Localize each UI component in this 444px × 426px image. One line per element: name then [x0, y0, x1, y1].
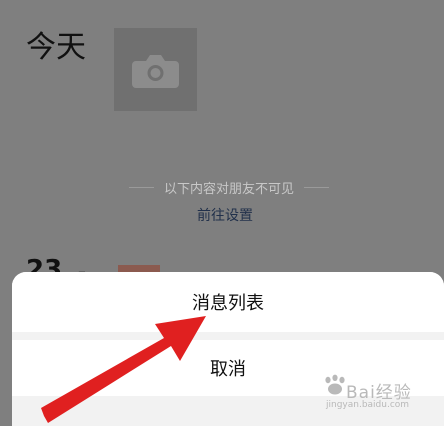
camera-icon — [132, 55, 179, 88]
message-list-option[interactable]: 消息列表 — [12, 272, 444, 332]
paw-icon — [325, 374, 345, 395]
camera-tile[interactable] — [114, 28, 197, 111]
watermark-url: jingyan.baidu.com — [326, 400, 410, 410]
visibility-notice: 以下内容对朋友不可见 — [163, 181, 294, 197]
baidu-jingyan-watermark: Bai经验 jingyan.baidu.com — [322, 372, 437, 414]
divider-line-left — [128, 186, 154, 188]
visibility-divider: 以下内容对朋友不可见 — [114, 178, 344, 197]
divider-line-right — [304, 186, 329, 188]
goto-settings-link[interactable]: 前往设置 — [197, 205, 253, 225]
today-heading: 今天 — [26, 30, 86, 65]
